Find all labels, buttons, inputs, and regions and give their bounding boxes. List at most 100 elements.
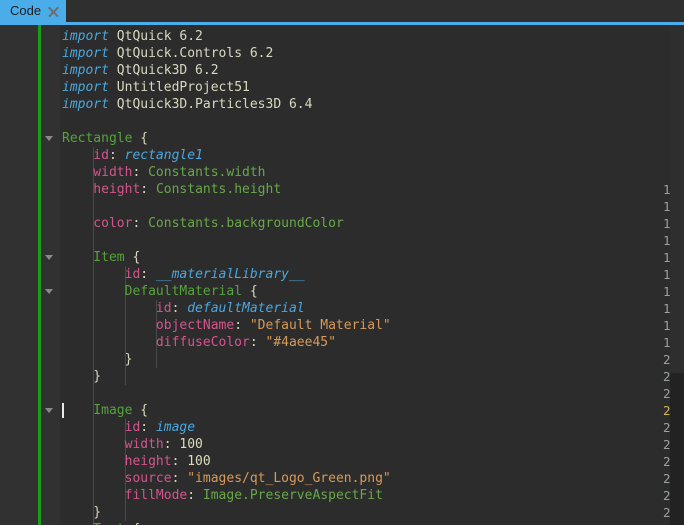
chevron-down-icon[interactable]	[45, 289, 53, 294]
code-token-prop: fillMode	[62, 488, 188, 503]
code-line: id: __materialLibrary__	[62, 266, 305, 283]
code-token-kw: import	[62, 29, 109, 44]
code-token-plain: :	[171, 454, 188, 469]
code-token-prop: source	[62, 471, 172, 486]
code-line: }	[62, 368, 101, 385]
code-token-val: Constants.width	[148, 165, 266, 180]
code-line: objectName: "Default Material"	[62, 317, 391, 334]
line-number-gutter	[0, 25, 38, 525]
code-token-plain: :	[140, 182, 156, 197]
code-token-prop: id	[62, 420, 141, 435]
code-line: diffuseColor: "#4aee45"	[62, 334, 336, 351]
code-line: DefaultMaterial {	[62, 283, 258, 300]
code-line: width: Constants.width	[62, 164, 266, 181]
code-token-type: Item	[62, 250, 125, 265]
close-icon[interactable]	[47, 5, 60, 18]
code-line: height: 100	[62, 453, 211, 470]
code-token-plain: :	[132, 165, 149, 180]
code-line: id: image	[62, 419, 195, 436]
code-token-id: __materialLibrary__	[155, 267, 305, 282]
code-token-prop: diffuseColor	[62, 335, 250, 350]
code-line: Text {	[62, 521, 140, 525]
code-token-brace: }	[62, 369, 102, 384]
code-token-type: Image	[62, 403, 133, 418]
code-token-type: DefaultMaterial	[62, 284, 243, 299]
code-token-str: "#4aee45"	[265, 335, 336, 350]
code-token-str: "Default Material"	[249, 318, 391, 333]
code-line: Item {	[62, 249, 140, 266]
code-line: import QtQuick3D 6.2	[62, 62, 219, 79]
code-token-brace: {	[124, 250, 141, 265]
chevron-down-icon[interactable]	[45, 255, 53, 260]
code-token-brace: }	[62, 352, 133, 367]
code-token-plain: QtQuick3D.Particles3D 6.4	[108, 97, 313, 112]
code-line: import QtQuick 6.2	[62, 28, 203, 45]
text-caret	[62, 403, 64, 418]
code-token-prop: height	[62, 454, 172, 469]
code-token-plain: :	[108, 148, 125, 163]
code-token-plain: QtQuick3D 6.2	[108, 63, 219, 78]
chevron-down-icon[interactable]	[45, 136, 53, 141]
code-token-brace: }	[62, 505, 102, 520]
code-token-num: 100	[187, 454, 211, 469]
code-token-brace: {	[132, 403, 149, 418]
code-token-prop: objectName	[62, 318, 235, 333]
code-token-prop: id	[62, 267, 141, 282]
code-editor-window: Code import QtQuick 6.2 import QtQuick.Co…	[0, 0, 684, 525]
code-token-prop: width	[62, 165, 133, 180]
code-token-kw: import	[62, 97, 109, 112]
code-token-prop: id	[62, 148, 109, 163]
code-line: id: rectangle1	[62, 147, 203, 164]
code-token-plain: :	[234, 318, 250, 333]
code-line: height: Constants.height	[62, 181, 281, 198]
code-line: Rectangle {	[62, 130, 148, 147]
chevron-down-icon[interactable]	[45, 408, 53, 413]
code-token-prop: width	[62, 437, 164, 452]
code-token-val: Constants.backgroundColor	[148, 216, 344, 231]
code-line: source: "images/qt_Logo_Green.png"	[62, 470, 391, 487]
code-text-area[interactable]: import QtQuick 6.2 import QtQuick.Control…	[60, 25, 684, 525]
code-line: color: Constants.backgroundColor	[62, 215, 344, 232]
code-token-id: defaultMaterial	[187, 301, 305, 316]
code-token-plain: :	[249, 335, 266, 350]
code-line: }	[62, 351, 133, 368]
code-editor-area[interactable]: import QtQuick 6.2 import QtQuick.Control…	[0, 25, 684, 525]
editor-tab-bar: Code	[0, 0, 684, 22]
code-token-prop: color	[62, 216, 133, 231]
code-line: }	[62, 504, 101, 521]
tab-code[interactable]: Code	[0, 0, 67, 22]
code-token-kw: import	[62, 80, 109, 95]
code-line: import QtQuick.Controls 6.2	[62, 45, 273, 62]
code-folding-column[interactable]	[41, 25, 60, 525]
tab-bar-empty-space	[66, 0, 684, 22]
code-token-id: rectangle1	[124, 148, 203, 163]
code-token-brace: {	[132, 131, 149, 146]
code-token-plain: :	[132, 216, 149, 231]
vertical-scrollbar[interactable]	[670, 25, 684, 525]
code-line: Image {	[62, 402, 148, 419]
code-token-plain: QtQuick 6.2	[108, 29, 203, 44]
code-token-plain: :	[163, 437, 180, 452]
code-line: id: defaultMaterial	[62, 300, 305, 317]
code-token-kw: import	[62, 46, 109, 61]
code-token-prop: id	[62, 301, 172, 316]
code-token-plain: UntitledProject51	[108, 80, 250, 95]
code-token-num: 100	[179, 437, 203, 452]
code-token-val: Constants.height	[155, 182, 282, 197]
code-token-val: Image.PreserveAspectFit	[202, 488, 383, 503]
code-token-plain: :	[187, 488, 203, 503]
code-token-brace: {	[242, 284, 258, 299]
code-line: import QtQuick3D.Particles3D 6.4	[62, 96, 312, 113]
vertical-scrollbar-thumb[interactable]	[670, 25, 684, 373]
code-token-plain: :	[140, 267, 156, 282]
code-token-kw: import	[62, 63, 109, 78]
code-token-prop: height	[62, 182, 141, 197]
code-token-str: "images/qt_Logo_Green.png"	[187, 471, 391, 486]
code-token-plain: :	[140, 420, 156, 435]
code-line: import UntitledProject51	[62, 79, 250, 96]
code-token-type: Rectangle	[62, 131, 133, 146]
tab-code-label: Code	[10, 3, 42, 18]
code-line: fillMode: Image.PreserveAspectFit	[62, 487, 383, 504]
code-token-plain: :	[171, 471, 188, 486]
code-token-plain: QtQuick.Controls 6.2	[108, 46, 274, 61]
